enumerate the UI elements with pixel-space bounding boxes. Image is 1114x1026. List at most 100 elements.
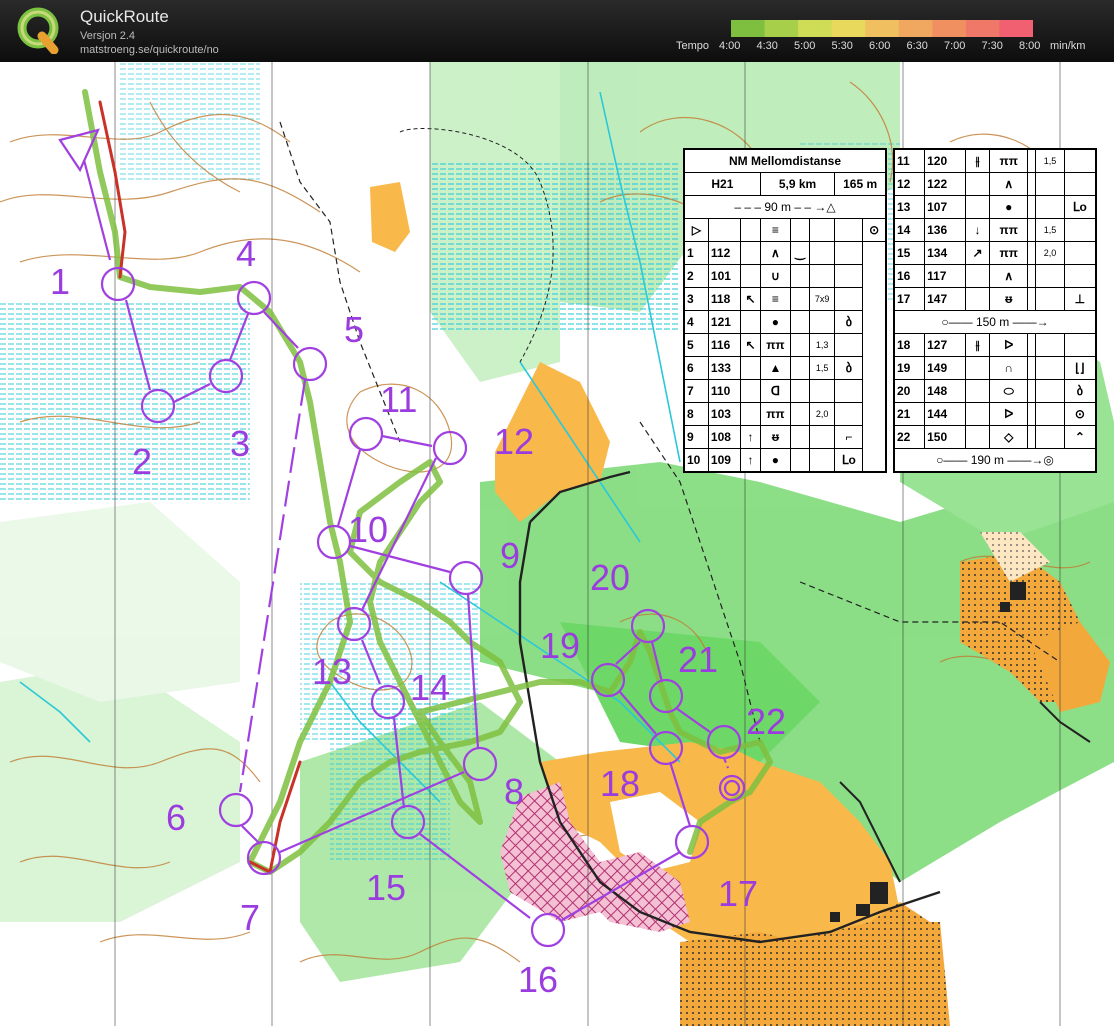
appearance-symbol	[790, 264, 811, 288]
control-code: 148	[924, 379, 966, 403]
control-number: 11	[893, 148, 926, 173]
pace-color-swatch	[898, 20, 933, 37]
control-code: 149	[924, 356, 966, 380]
finish-route-arrow-icon: ——→◎	[1004, 453, 1054, 467]
detail-symbol	[834, 333, 864, 357]
control-number-label: 16	[518, 959, 558, 1000]
appearance-symbol	[1027, 218, 1037, 242]
orienteering-map[interactable]: 1 2 3 4 5 6 7 8 9 10 11 12 13 14 15 16 17 18 19 20 21 22 NM M…	[0, 62, 1114, 1026]
control-code: 109	[707, 448, 742, 473]
appearance-symbol	[790, 356, 811, 380]
detail-symbol	[1063, 264, 1097, 288]
pace-prefix: Tempo	[676, 40, 710, 52]
feature-symbol: ∧	[759, 241, 792, 265]
control-description-row: 13 107 ● ᒪo	[893, 195, 1097, 219]
control-number-label: 5	[344, 309, 364, 350]
control-number-label: 11	[380, 379, 417, 420]
pace-color-swatch	[932, 20, 967, 37]
control-number-label: 8	[504, 771, 524, 812]
control-number: 21	[893, 402, 926, 426]
feature-symbol: ◇	[989, 425, 1029, 449]
control-number-label: 3	[230, 423, 250, 464]
detail-symbol	[1063, 172, 1097, 196]
pace-tick-label: 4:30	[756, 40, 778, 52]
detail-symbol: ⌃	[1063, 425, 1097, 449]
feature-symbol: ᗡ	[759, 379, 792, 403]
control-number: 18	[893, 333, 926, 357]
control-number: 12	[893, 172, 926, 196]
detail-symbol	[1063, 148, 1097, 173]
direction-symbol	[964, 356, 991, 380]
detail-symbol: ბ	[834, 356, 864, 380]
control-number-label: 18	[600, 763, 640, 804]
start-marking-arrow-icon: – – →△	[791, 200, 836, 214]
dimension	[809, 310, 836, 334]
control-description-row: 21 144 ᐅ ⊙	[893, 402, 1097, 426]
dimension	[1035, 333, 1065, 357]
dimension	[1035, 356, 1065, 380]
control-code: 108	[707, 425, 742, 449]
feature-symbol: ππ	[759, 402, 792, 426]
control-description-row: 5 116 ↖ ππ 1,3	[683, 333, 886, 357]
control-description-row: 22 150 ◇ ⌃	[893, 425, 1097, 449]
feature-symbol: ∪	[759, 264, 792, 288]
direction-symbol	[740, 356, 761, 380]
control-number: 4	[683, 310, 709, 334]
control-number-label: 1	[50, 261, 70, 302]
control-number-label: 9	[500, 535, 520, 576]
control-description-row: 15 134 ↗ ππ 2,0	[893, 241, 1097, 265]
direction-symbol	[740, 310, 761, 334]
pace-color-scale	[731, 20, 1033, 37]
control-number: 15	[893, 241, 926, 265]
appearance-symbol	[1027, 402, 1037, 426]
appearance-symbol	[1027, 172, 1037, 196]
finish-route-start-icon: ○——	[936, 453, 971, 467]
feature-symbol: ππ	[759, 333, 792, 357]
control-number: 3	[683, 287, 709, 311]
pace-tick-label: 8:00	[1019, 40, 1041, 52]
feature-symbol: ⬭	[989, 379, 1029, 403]
appearance-symbol	[1027, 148, 1037, 173]
control-description-row: 10 109 ↑ ● ᒪo	[683, 448, 886, 473]
feature-symbol: ᵿ	[759, 425, 792, 449]
control-description-left: NM Mellomdistanse H21 5,9 km 165 m – – –…	[683, 148, 887, 473]
control-description-row: 1 112 ∧ ‿	[683, 241, 886, 265]
control-code: 150	[924, 425, 966, 449]
direction-symbol: ↖	[740, 333, 761, 357]
finish-route-distance: 190 m	[970, 453, 1005, 467]
control-number: 5	[683, 333, 709, 357]
control-description-row: 9 108 ↑ ᵿ ⌐	[683, 425, 886, 449]
control-number-label: 7	[240, 897, 260, 938]
control-code: 133	[707, 356, 742, 380]
detail-symbol: ⊙	[1063, 402, 1097, 426]
dimension	[1035, 379, 1065, 403]
detail-symbol: ᒪo	[1063, 195, 1097, 219]
control-code: 147	[924, 287, 966, 311]
direction-symbol: ↗	[964, 241, 991, 265]
control-number-label: 13	[312, 651, 352, 692]
direction-symbol: ⫲	[964, 333, 991, 357]
appearance-symbol	[1027, 333, 1037, 357]
pace-tick-label: 6:30	[906, 40, 928, 52]
control-code: 127	[924, 333, 966, 357]
pace-tick-label: 5:00	[794, 40, 816, 52]
pace-color-swatch	[865, 20, 900, 37]
control-number: 2	[683, 264, 709, 288]
control-number-label: 21	[678, 639, 718, 680]
control-number-label: 6	[166, 797, 186, 838]
feature-symbol: ᐅ	[989, 333, 1029, 357]
detail-symbol: ⌊⌋	[1063, 356, 1097, 380]
pace-unit: min/km	[1050, 40, 1086, 52]
control-description-row: 19 149 ∩ ⌊⌋	[893, 356, 1097, 380]
feature-symbol: ▲	[759, 356, 792, 380]
control-number: 17	[893, 287, 926, 311]
direction-symbol: ↓	[964, 218, 991, 242]
detail-symbol: ბ	[834, 310, 864, 334]
control-number: 19	[893, 356, 926, 380]
appearance-symbol	[790, 333, 811, 357]
dimension	[1035, 402, 1065, 426]
feature-symbol: ππ	[989, 148, 1029, 173]
control-number-label: 2	[132, 441, 152, 482]
feature-symbol: ●	[759, 310, 792, 334]
control-description-row: 6 133 ▲ 1,5 ბ	[683, 356, 886, 380]
